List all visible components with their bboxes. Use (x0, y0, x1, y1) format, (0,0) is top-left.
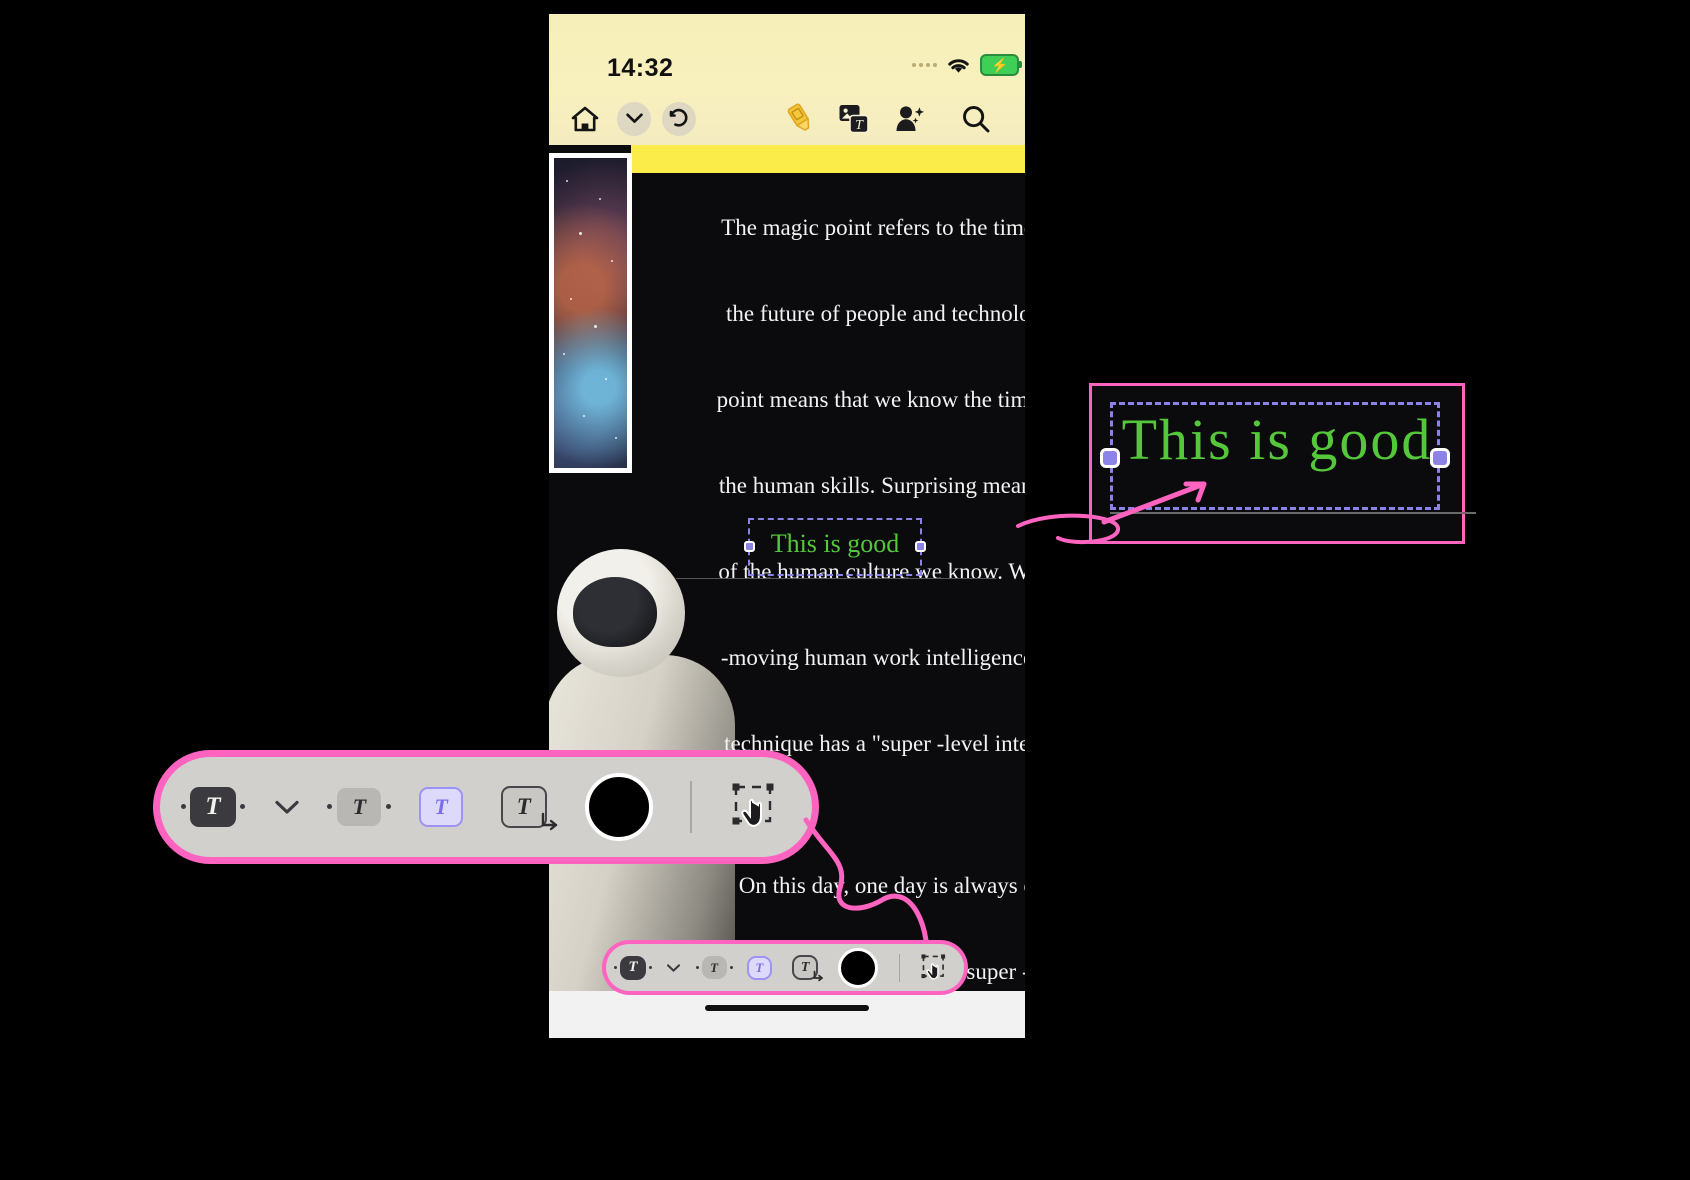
battery-charging-icon: ⚡ (980, 54, 1022, 76)
connector-curve-text-icon (1016, 513, 1120, 545)
text-toolbar[interactable]: T T T T (606, 944, 964, 991)
home-indicator-bar (549, 991, 1025, 1038)
status-bar: 14:32 ⚡ (549, 14, 1025, 92)
undo-icon[interactable] (662, 101, 696, 136)
search-icon[interactable] (961, 104, 991, 134)
magnified-text-value: This is good (1121, 407, 1433, 472)
text-box-baseline (676, 578, 996, 579)
nebula-photo[interactable] (549, 153, 632, 473)
chevron-down-icon[interactable] (617, 101, 651, 136)
mini-font-dropdown-chevron-icon[interactable] (666, 963, 681, 973)
portrait-magic-icon[interactable] (895, 104, 927, 134)
mini-transform-handle-button[interactable] (920, 953, 950, 983)
font-style-button[interactable]: T (181, 787, 245, 827)
status-bar-indicators: ⚡ (912, 54, 1022, 76)
highlighter-icon[interactable] (785, 103, 815, 135)
image-text-icon[interactable]: T (839, 104, 871, 134)
document-line: The magic point refers to the time po (721, 215, 1025, 240)
color-swatch-button[interactable] (584, 773, 653, 841)
slide-accent-band (631, 145, 1025, 173)
home-icon[interactable] (571, 106, 599, 132)
transform-handle-button[interactable] (730, 781, 782, 833)
document-line: the future of people and technology. (726, 301, 1025, 326)
app-chrome: 14:32 ⚡ T (549, 14, 1025, 145)
wifi-icon (946, 56, 971, 75)
font-dropdown-chevron-icon[interactable] (274, 799, 300, 815)
mini-text-effect-button[interactable]: T (746, 955, 772, 980)
document-line: -moving human work intelligence (A (720, 645, 1025, 670)
mini-font-style-button[interactable]: T (614, 955, 652, 980)
letter-spacing-button[interactable]: T (327, 788, 392, 826)
mini-text-box-button[interactable]: T (792, 955, 823, 982)
document-line: point means that we know the time po (716, 387, 1025, 412)
resize-handle-left[interactable] (744, 541, 755, 552)
magnified-text-toolbar-callout[interactable]: T T T T (160, 757, 812, 857)
status-bar-clock: 14:32 (607, 54, 674, 82)
magnified-resize-handle-left[interactable] (1100, 448, 1120, 468)
svg-text:T: T (855, 118, 864, 133)
mini-color-swatch-button[interactable] (838, 947, 879, 988)
mini-letter-spacing-button[interactable]: T (695, 956, 733, 979)
document-line: the human skills. Surprising means th (718, 473, 1025, 498)
mini-toolbar-divider (898, 953, 900, 982)
top-toolbar: T (549, 92, 1025, 145)
selected-text-value: This is good (770, 529, 900, 558)
home-indicator[interactable] (705, 1005, 869, 1011)
signal-dots-icon (912, 63, 937, 67)
resize-handle-right[interactable] (915, 541, 926, 552)
selected-text-box[interactable]: This is good (744, 518, 926, 576)
magnified-resize-handle-right[interactable] (1430, 448, 1450, 468)
text-effect-button[interactable]: T (419, 787, 464, 827)
text-box-button[interactable]: T (500, 786, 558, 831)
toolbar-divider (690, 781, 693, 833)
